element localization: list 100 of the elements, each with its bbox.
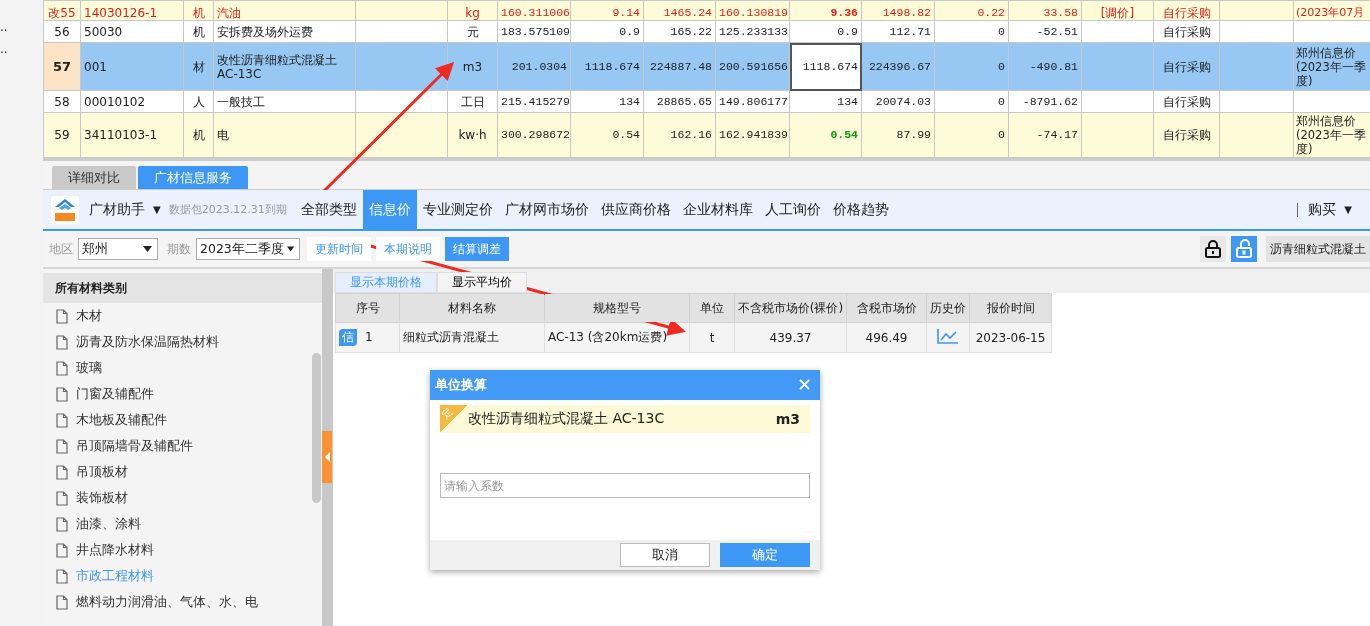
- column-header[interactable]: 含税市场价: [846, 293, 927, 323]
- table-cell: 机: [183, 0, 214, 21]
- table-cell: 112.71: [861, 20, 935, 43]
- table-cell: 162.16: [643, 112, 716, 158]
- unlock-icon[interactable]: [1231, 236, 1257, 262]
- table-cell: 9.14: [570, 0, 644, 21]
- table-cell: 215.415279: [497, 90, 571, 113]
- category-item[interactable]: 燃料动力润滑油、气体、水、电: [43, 589, 322, 615]
- table-cell: 机: [183, 112, 214, 158]
- table-cell: 162.941839: [715, 112, 790, 158]
- table-cell: 0.54: [789, 112, 862, 158]
- document-icon: [56, 464, 68, 480]
- table-cell: 一般技工: [213, 90, 356, 113]
- document-icon: [56, 412, 68, 428]
- category-item[interactable]: 装饰板材: [43, 485, 322, 511]
- table-cell: 2023-06-15: [969, 322, 1052, 353]
- table-cell: 1498.82: [861, 0, 935, 21]
- table-cell: 1118.674: [570, 42, 644, 91]
- buy-menu[interactable]: 购买: [1308, 200, 1337, 219]
- dialog-title: 单位换算: [435, 376, 487, 394]
- table-cell: [调价]: [1081, 0, 1154, 21]
- region-dropdown[interactable]: 郑州: [78, 238, 158, 260]
- table-cell: 材: [183, 42, 214, 91]
- category-item[interactable]: 门窗及辅配件: [43, 381, 322, 407]
- category-item[interactable]: 井点降水材料: [43, 537, 322, 563]
- period-label: 期数: [167, 240, 191, 258]
- table-cell: 134: [789, 90, 862, 113]
- period-dropdown[interactable]: 2023年二季度: [196, 238, 300, 260]
- ellipsis-mark: ..: [0, 42, 9, 56]
- table-cell: 自行采购: [1153, 112, 1220, 158]
- table-cell: kw·h: [447, 112, 498, 158]
- input-field[interactable]: 请输入系数: [440, 473, 810, 498]
- document-icon: [56, 516, 68, 532]
- table-cell: m3: [447, 42, 498, 91]
- table-cell: 安拆费及场外运费: [213, 20, 356, 43]
- table-cell: 224396.67: [861, 42, 935, 91]
- collapse-handle[interactable]: [322, 431, 332, 483]
- caret-icon[interactable]: ▼: [153, 204, 161, 215]
- table-cell: 0: [934, 42, 1009, 91]
- row-number[interactable]: 56: [43, 20, 81, 43]
- table-cell: 机: [183, 20, 214, 43]
- document-icon: [56, 308, 68, 324]
- category-item[interactable]: 吊顶板材: [43, 459, 322, 485]
- unit-label: m3: [775, 411, 800, 427]
- info-badge: 信: [339, 329, 357, 346]
- category-item[interactable]: 油漆、涂料: [43, 511, 322, 537]
- table-cell: kg: [447, 0, 498, 21]
- table-cell: 34110103-1: [80, 112, 184, 158]
- keyword-chip[interactable]: 沥青细粒式混凝土: [1266, 236, 1370, 262]
- panel-title: 所有材料类别: [43, 273, 322, 303]
- logo-icon: [51, 195, 79, 224]
- table-cell: 0.9: [570, 20, 644, 43]
- row-number[interactable]: 58: [43, 90, 81, 113]
- category-item[interactable]: 木地板及辅配件: [43, 407, 322, 433]
- document-icon: [56, 594, 68, 610]
- table-cell: 自行采购: [1153, 42, 1220, 91]
- corner-badge: 定: [440, 405, 468, 433]
- table-cell: 87.99: [861, 112, 935, 158]
- table-cell: 元: [447, 20, 498, 43]
- scrollbar[interactable]: [312, 353, 321, 503]
- table-cell: 160.311006: [497, 0, 571, 21]
- category-item[interactable]: 木材: [43, 303, 322, 329]
- table-cell: 14030126-1: [80, 0, 184, 21]
- lock-icon[interactable]: [1200, 236, 1226, 262]
- table-cell: 125.233133: [715, 20, 790, 43]
- table-cell: 134: [570, 90, 644, 113]
- row-number[interactable]: 59: [43, 112, 81, 158]
- table-cell: 224887.48: [643, 42, 716, 91]
- table-cell: 160.130819: [715, 0, 790, 21]
- caret-icon[interactable]: ▼: [1344, 204, 1352, 215]
- table-cell: 自行采购: [1153, 90, 1220, 113]
- trend-chart-icon[interactable]: [937, 328, 959, 344]
- table-cell: -52.51: [1008, 20, 1082, 43]
- table-cell: 汽油: [213, 0, 356, 21]
- column-header[interactable]: 历史价: [926, 293, 970, 323]
- caret-icon[interactable]: [143, 246, 152, 252]
- document-icon: [56, 360, 68, 376]
- region-label: 地区: [49, 240, 73, 258]
- tab[interactable]: 详细对比: [52, 166, 136, 189]
- caret-icon[interactable]: [286, 246, 294, 252]
- row-number[interactable]: 57: [43, 42, 81, 91]
- column-header[interactable]: 不含税市场价(裸价): [734, 293, 847, 323]
- row-number[interactable]: 改55: [43, 0, 81, 21]
- brand-name[interactable]: 广材助手: [89, 200, 145, 219]
- column-header[interactable]: 报价时间: [969, 293, 1052, 323]
- table-cell: 0: [934, 90, 1009, 113]
- table-cell: 28865.65: [643, 90, 716, 113]
- table-cell: 300.298672: [497, 112, 571, 158]
- table-cell: 33.58: [1008, 0, 1082, 21]
- table-cell: -490.81: [1008, 42, 1082, 91]
- table-cell: 0.54: [570, 112, 644, 158]
- table-cell: 50030: [80, 20, 184, 43]
- category-item[interactable]: 吊顶隔墙骨及辅配件: [43, 433, 322, 459]
- cancel-button[interactable]: 取消: [620, 543, 710, 567]
- table-cell: 自行采购: [1153, 20, 1220, 43]
- category-item[interactable]: 沥青及防水保温隔热材料: [43, 329, 322, 355]
- table-cell: 001: [80, 42, 184, 91]
- table-cell: 0: [934, 112, 1009, 158]
- category-item[interactable]: 玻璃: [43, 355, 322, 381]
- column-header[interactable]: 单位: [689, 293, 735, 323]
